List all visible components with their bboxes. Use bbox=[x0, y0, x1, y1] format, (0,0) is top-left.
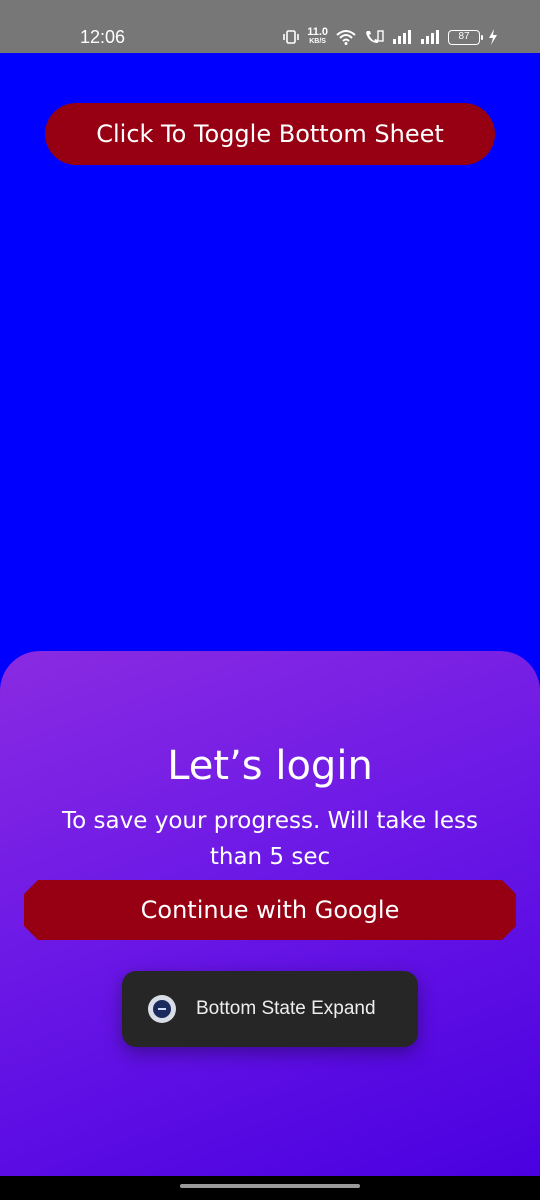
toast-message: Bottom State Expand bbox=[122, 971, 418, 1047]
vibrate-icon bbox=[283, 30, 299, 44]
signal-icon bbox=[421, 30, 439, 44]
sheet-title: Let’s login bbox=[167, 743, 373, 789]
home-indicator[interactable] bbox=[180, 1184, 360, 1188]
status-icons: 11.0 KB/S 87 bbox=[283, 26, 498, 48]
charging-icon bbox=[489, 29, 497, 45]
volte-icon bbox=[366, 30, 384, 43]
toggle-bottom-sheet-button[interactable]: Click To Toggle Bottom Sheet bbox=[45, 103, 495, 165]
battery-level: 87 bbox=[458, 30, 470, 42]
wifi-icon bbox=[336, 30, 356, 45]
bottom-sheet: Let’s login To save your progress. Will … bbox=[0, 651, 540, 1176]
toast-text: Bottom State Expand bbox=[196, 998, 376, 1019]
signal-icon bbox=[393, 30, 411, 44]
network-speed-unit: KB/S bbox=[309, 38, 326, 45]
network-speed-value: 11.0 bbox=[307, 26, 328, 38]
status-bar: 12:06 11.0 KB/S 87 bbox=[0, 0, 540, 53]
battery-icon: 87 bbox=[448, 29, 483, 45]
status-time: 12:06 bbox=[80, 27, 126, 47]
navigation-bar bbox=[0, 1176, 540, 1200]
network-speed: 11.0 KB/S bbox=[307, 26, 328, 46]
continue-with-google-button[interactable]: Continue with Google bbox=[24, 880, 516, 940]
app-icon bbox=[148, 995, 176, 1023]
sheet-subtitle: To save your progress. Will take less th… bbox=[62, 808, 478, 870]
